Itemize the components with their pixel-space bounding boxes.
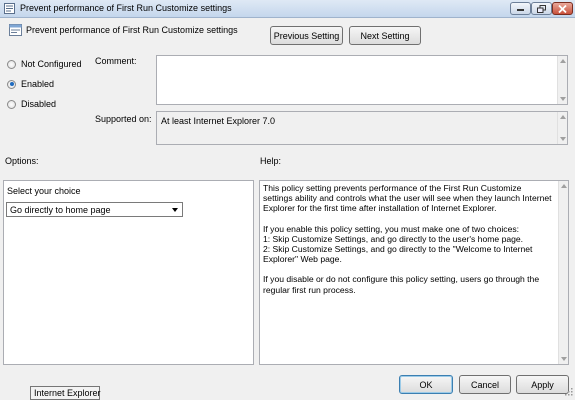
radio-button[interactable] bbox=[7, 99, 16, 109]
close-button[interactable] bbox=[552, 2, 573, 15]
radio-button[interactable] bbox=[7, 59, 16, 69]
ok-button[interactable]: OK bbox=[399, 375, 453, 394]
next-setting-button[interactable]: Next Setting bbox=[349, 26, 421, 45]
radio-button-selected[interactable] bbox=[7, 79, 16, 89]
policy-icon bbox=[4, 3, 15, 14]
apply-button[interactable]: Apply bbox=[516, 375, 569, 394]
previous-setting-button[interactable]: Previous Setting bbox=[270, 26, 343, 45]
restore-button[interactable] bbox=[531, 2, 552, 15]
choice-value: Go directly to home page bbox=[10, 204, 111, 215]
title-bar: Prevent performance of First Run Customi… bbox=[0, 0, 575, 18]
setting-title: Prevent performance of First Run Customi… bbox=[26, 25, 238, 35]
minimize-icon bbox=[517, 9, 524, 11]
help-label: Help: bbox=[260, 156, 282, 166]
comment-textarea[interactable] bbox=[156, 55, 568, 105]
radio-not-configured[interactable]: Not Configured bbox=[7, 59, 82, 69]
scroll-up-icon[interactable] bbox=[560, 59, 566, 63]
help-paragraph: If you enable this policy setting, you m… bbox=[263, 223, 533, 265]
window-title: Prevent performance of First Run Customi… bbox=[20, 3, 232, 13]
supported-on-box: At least Internet Explorer 7.0 bbox=[156, 111, 568, 145]
supported-on-label: Supported on: bbox=[95, 114, 152, 124]
scroll-up-icon[interactable] bbox=[560, 115, 566, 119]
help-scrollbar[interactable] bbox=[558, 181, 568, 364]
radio-disabled[interactable]: Disabled bbox=[7, 99, 56, 109]
comment-scrollbar[interactable] bbox=[557, 56, 567, 104]
scroll-down-icon[interactable] bbox=[560, 137, 566, 141]
resize-grip-icon[interactable] bbox=[565, 388, 573, 396]
help-paragraph: If you disable or do not configure this … bbox=[263, 274, 540, 295]
radio-label: Not Configured bbox=[21, 59, 82, 69]
choice-label: Select your choice bbox=[7, 186, 81, 196]
options-label: Options: bbox=[5, 156, 39, 166]
comment-label: Comment: bbox=[95, 56, 137, 66]
help-paragraph: This policy setting prevents performance… bbox=[263, 183, 552, 214]
policy-setting-icon bbox=[9, 24, 22, 36]
choice-dropdown[interactable]: Go directly to home page bbox=[6, 202, 183, 217]
supported-scrollbar[interactable] bbox=[557, 112, 567, 144]
scroll-down-icon[interactable] bbox=[561, 357, 567, 361]
chevron-down-icon[interactable] bbox=[172, 208, 178, 212]
radio-label: Enabled bbox=[21, 79, 55, 89]
close-icon bbox=[558, 4, 567, 13]
help-text: This policy setting prevents performance… bbox=[263, 183, 553, 305]
supported-on-value: At least Internet Explorer 7.0 bbox=[161, 116, 276, 126]
scroll-up-icon[interactable] bbox=[561, 184, 567, 188]
scroll-down-icon[interactable] bbox=[560, 97, 566, 101]
minimize-button[interactable] bbox=[510, 2, 531, 15]
restore-icon bbox=[537, 4, 546, 13]
radio-label: Disabled bbox=[21, 99, 57, 109]
radio-enabled[interactable]: Enabled bbox=[7, 79, 54, 89]
cancel-button[interactable]: Cancel bbox=[459, 375, 511, 394]
